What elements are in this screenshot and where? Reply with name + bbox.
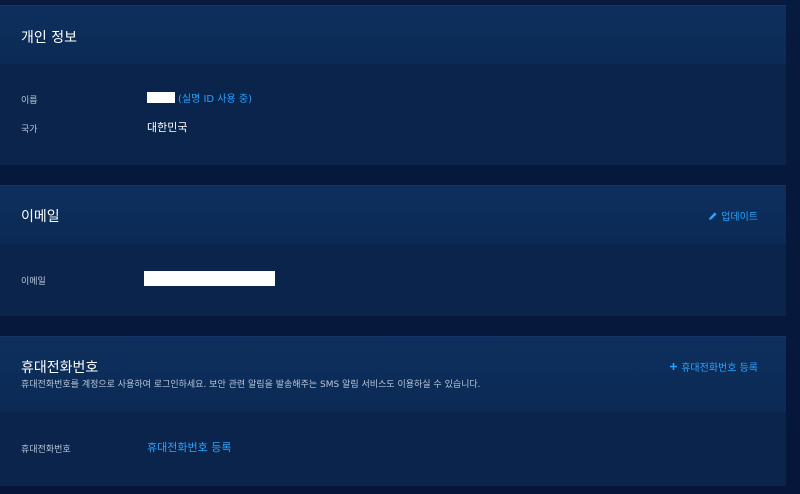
- email-update-button[interactable]: 업데이트: [708, 208, 758, 223]
- phone-label: 휴대전화번호: [21, 445, 71, 455]
- email-row: 이메일: [0, 271, 786, 289]
- name-label: 이름: [21, 96, 38, 106]
- personal-info-panel: 개인 정보 이름 (실명 ID 사용 중) 국가 대한민국: [0, 5, 786, 165]
- register-phone-button[interactable]: 휴대전화번호 등록: [669, 359, 758, 374]
- email-header: 이메일 업데이트: [0, 186, 786, 244]
- email-panel: 이메일 업데이트 이메일: [0, 185, 786, 316]
- country-row: 국가 대한민국: [0, 119, 786, 137]
- register-phone-label: 휴대전화번호 등록: [681, 363, 758, 374]
- redacted-name: [147, 92, 175, 103]
- email-title: 이메일: [21, 209, 60, 225]
- phone-panel: 휴대전화번호 휴대전화번호를 계정으로 사용하여 로그인하세요. 보안 관련 알…: [0, 336, 786, 486]
- phone-row: 휴대전화번호 휴대전화번호 등록: [0, 439, 786, 457]
- plus-icon: [669, 362, 678, 371]
- name-value: (실명 ID 사용 중): [147, 90, 252, 105]
- email-update-label: 업데이트: [721, 212, 758, 223]
- personal-info-header: 개인 정보: [0, 6, 786, 64]
- email-value: [144, 271, 275, 286]
- phone-body: 휴대전화번호 휴대전화번호 등록: [0, 412, 786, 486]
- personal-info-body: 이름 (실명 ID 사용 중) 국가 대한민국: [0, 64, 786, 165]
- register-phone-link[interactable]: 휴대전화번호 등록: [147, 439, 231, 455]
- email-label: 이메일: [21, 277, 46, 287]
- country-label: 국가: [21, 125, 38, 135]
- account-page: 개인 정보 이름 (실명 ID 사용 중) 국가 대한민국 이메일 업데이트 이…: [0, 0, 800, 494]
- country-value: 대한민국: [147, 121, 188, 134]
- real-id-note-link[interactable]: (실명 ID 사용 중): [178, 90, 252, 105]
- email-body: 이메일: [0, 244, 786, 316]
- name-row: 이름 (실명 ID 사용 중): [0, 90, 786, 108]
- phone-description: 휴대전화번호를 계정으로 사용하여 로그인하세요. 보안 관련 알림을 발송해주…: [21, 380, 481, 390]
- phone-title: 휴대전화번호: [21, 360, 99, 376]
- pencil-icon: [708, 211, 718, 221]
- phone-header: 휴대전화번호 휴대전화번호를 계정으로 사용하여 로그인하세요. 보안 관련 알…: [0, 337, 786, 412]
- personal-info-title: 개인 정보: [21, 30, 77, 46]
- redacted-email: [144, 271, 275, 286]
